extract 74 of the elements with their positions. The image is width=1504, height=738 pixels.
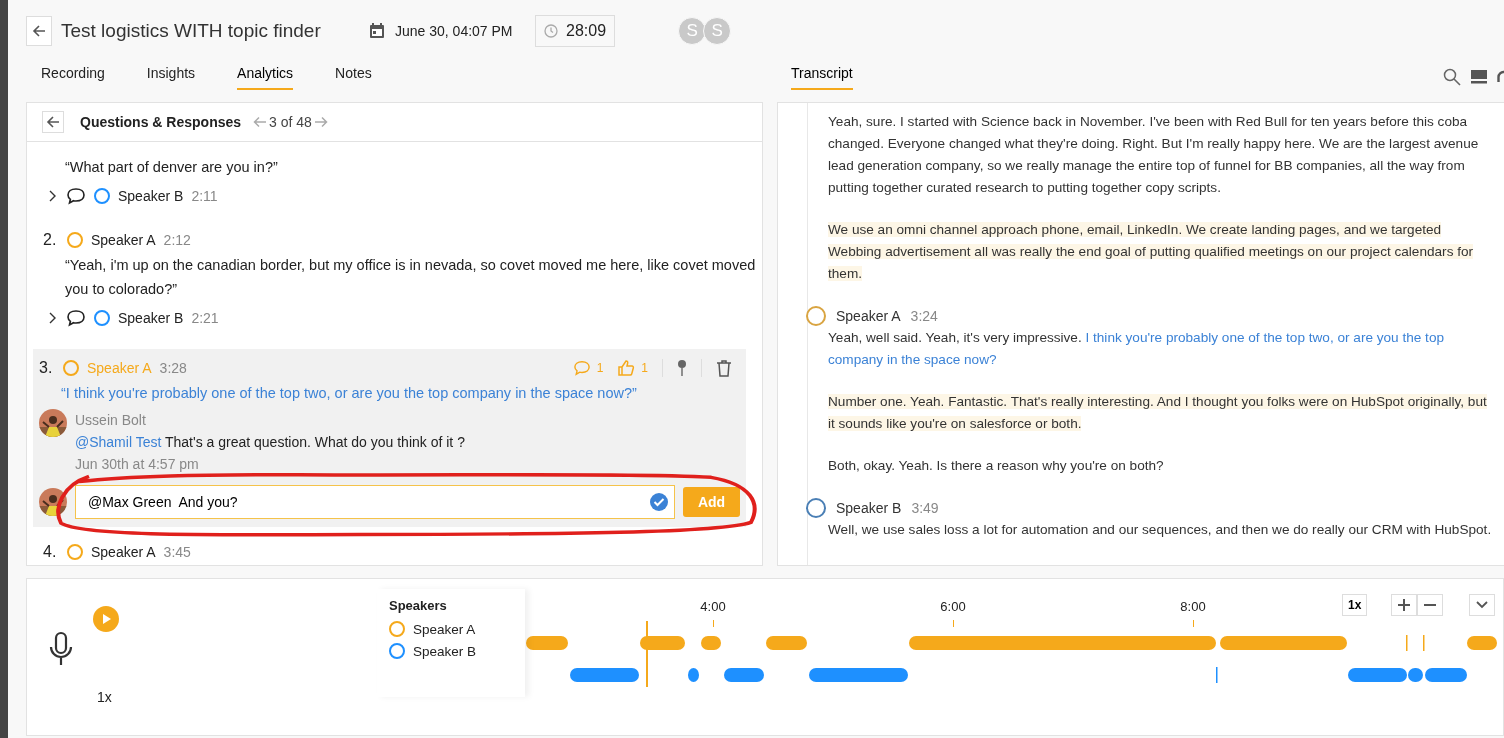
timestamp: 3:28	[159, 360, 187, 376]
arrow-left-icon	[46, 115, 60, 129]
arc-icon[interactable]	[1497, 68, 1504, 84]
comment-count: 1	[596, 361, 604, 375]
pin-icon[interactable]	[677, 359, 687, 377]
comment-text: @Shamil Test That's a great question. What do you think of it ?	[75, 433, 465, 452]
meeting-date: June 30, 04:07 PM	[395, 23, 513, 39]
transcript-paragraph: Well, we use sales loss a lot for automation and our sequences, and then we do really our CRM with HubSpot.	[828, 521, 1492, 539]
expand-icon[interactable]	[48, 312, 58, 324]
time-tick: 4:00	[700, 599, 726, 614]
search-icon[interactable]	[1443, 68, 1461, 86]
comment-icon[interactable]	[66, 187, 86, 205]
timestamp: 2:11	[191, 188, 218, 204]
speaker-name: Speaker A	[87, 360, 152, 376]
question-number: 4.	[43, 543, 58, 561]
speaker-name: Speaker A	[836, 307, 901, 326]
panel-title: Questions & Responses	[80, 114, 242, 130]
transcript-paragraph: Yeah, well said. Yeah, it's very impressive. I think you're probably one of the top two, or are you the top company in the space now?	[828, 329, 1445, 369]
comment-date: Jun 30th at 4:57 pm	[75, 455, 200, 474]
question-number: 2.	[43, 231, 58, 249]
legend-label: Speaker A	[413, 621, 476, 637]
reply-field[interactable]: @Max Green And you?	[75, 485, 675, 519]
question-text: “What part of denver are you in?”	[64, 158, 279, 177]
mention-link[interactable]: @Shamil Test	[75, 434, 162, 450]
timestamp: 3:45	[163, 544, 191, 560]
transcript-paragraph: We use an omni channel approach phone, email, LinkedIn. We create landing pages, and we targeted Webbing advertisement all was really the end goal of putting qualified meetings on our project calendars for them.	[828, 221, 1475, 283]
legend-title: Speakers	[388, 597, 448, 613]
tab[interactable]: Insights	[146, 62, 196, 90]
tab[interactable]: Analytics	[237, 62, 294, 90]
speaker-name: Speaker B	[118, 188, 184, 204]
thumbs-up-icon[interactable]	[617, 359, 636, 377]
comment-icon[interactable]	[66, 309, 86, 327]
tab[interactable]: Transcript	[791, 62, 853, 90]
zoom-out-button[interactable]	[1417, 594, 1443, 616]
arrow-left-icon	[32, 24, 46, 38]
trash-icon[interactable]	[716, 359, 732, 377]
collapse-button[interactable]	[1469, 594, 1495, 616]
transcript-paragraph: Both, okay. Yeah. Is there a reason why you're on both?	[828, 457, 1165, 475]
speaker-name: Speaker A	[91, 544, 156, 560]
speaker-name: Speaker B	[836, 499, 902, 518]
like-count: 1	[641, 361, 648, 375]
speaker-name: Speaker B	[118, 310, 184, 326]
tab[interactable]: Notes	[335, 62, 372, 90]
tab[interactable]: Recording	[41, 62, 105, 90]
timestamp: 3:24	[910, 307, 938, 326]
panel-icon[interactable]	[1471, 68, 1487, 84]
timestamp: 3:49	[911, 499, 939, 518]
question-counter: 3 of 48	[269, 114, 312, 130]
zoom-in-button[interactable]	[1391, 594, 1417, 616]
timestamp: 2:12	[163, 232, 191, 248]
back-button[interactable]	[42, 111, 64, 133]
time-tick: 8:00	[1180, 599, 1206, 614]
playback-speed: 1x	[97, 689, 112, 705]
check-icon	[649, 492, 669, 512]
plus-icon	[1398, 599, 1410, 611]
question-number: 3.	[39, 359, 54, 377]
duration-badge: 28:09	[535, 15, 616, 47]
comment-author: Ussein Bolt	[75, 411, 147, 430]
speaker-name: Speaker A	[91, 232, 156, 248]
legend-label: Speaker B	[413, 643, 477, 659]
timestamp: 2:21	[191, 310, 219, 326]
question-text: “I think you're probably one of the top two, or are you the top company in the space now?”	[60, 384, 638, 403]
expand-icon[interactable]	[48, 190, 58, 202]
time-tick: 6:00	[940, 599, 966, 614]
chevron-down-icon	[1476, 601, 1488, 609]
transcript-paragraph: Yeah, sure. I started with Science back in November. I've been with Red Bull for ten years before this coba changed. Everyone changed what they're doing. Right. But I'm really happy here. We are the largest avenue lead generation company, so we really manage the entire top of funnel for BB companies, all the way from putting together curated research to putting together copy scripts.	[828, 113, 1480, 197]
calendar-icon	[369, 23, 385, 39]
transcript-paragraph: Number one. Yeah. Fantastic. That's really interesting. And I thought you folks were on HubSpot originally, but it sounds like you're on salesforce or both.	[828, 393, 1488, 433]
clock-icon	[544, 24, 558, 38]
question-text: “Yeah, i'm up on the canadian border, but my office is in nevada, so covet moved me here, like covet moved you to colorado?”	[64, 256, 757, 299]
speed-button[interactable]: 1x	[1342, 594, 1368, 616]
back-button[interactable]	[26, 16, 52, 46]
microphone-icon[interactable]	[47, 631, 75, 667]
page-title: Test logistics WITH topic finder	[61, 20, 322, 42]
